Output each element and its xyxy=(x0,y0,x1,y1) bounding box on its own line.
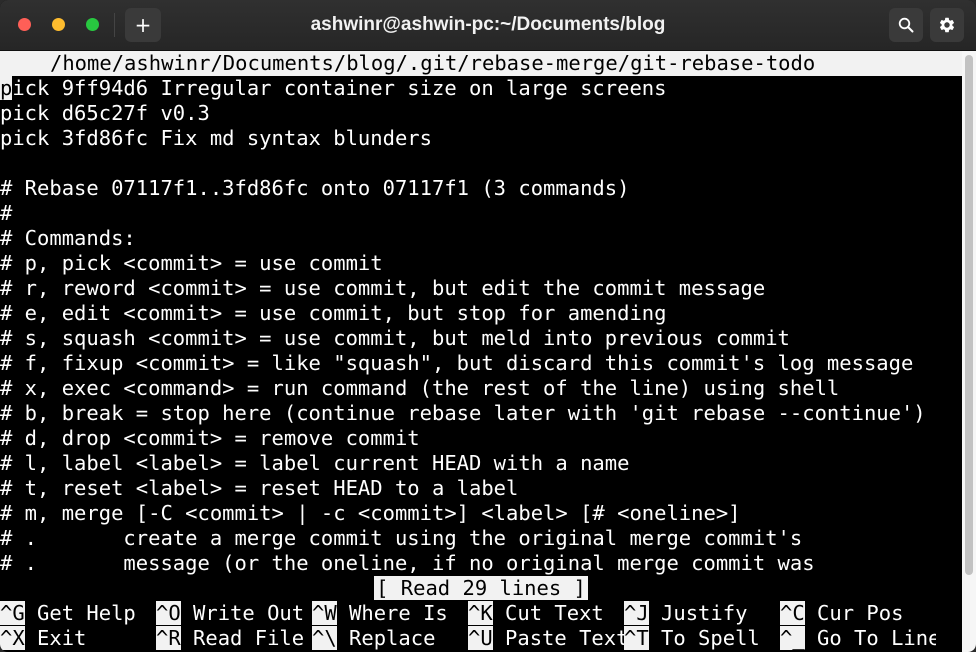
scrollbar[interactable] xyxy=(962,51,976,652)
editor-line[interactable]: # r, reword <commit> = use commit, but e… xyxy=(0,276,962,301)
editor-line[interactable]: # d, drop <commit> = remove commit xyxy=(0,426,962,451)
editor-line[interactable]: pick 3fd86fc Fix md syntax blunders xyxy=(0,126,962,151)
shortcut-replace[interactable]: ^\ Replace xyxy=(312,626,468,651)
shortcut-cut-text[interactable]: ^K Cut Text xyxy=(468,601,624,626)
shortcut-key: ^K xyxy=(468,601,493,625)
search-icon xyxy=(898,17,914,33)
shortcut-label: Justify xyxy=(648,601,748,625)
editor-line[interactable]: # . message (or the oneline, if no origi… xyxy=(0,551,962,576)
editor-line[interactable]: # f, fixup <commit> = like "squash", but… xyxy=(0,351,962,376)
terminal-window: + ashwinr@ashwin-pc:~/Documents/blog /ho… xyxy=(0,0,976,652)
shortcut-key: ^T xyxy=(624,626,649,650)
shortcut-key: ^W xyxy=(312,601,337,625)
shortcut-justify[interactable]: ^J Justify xyxy=(624,601,780,626)
terminal-content[interactable]: /home/ashwinr/Documents/blog/.git/rebase… xyxy=(0,51,962,652)
shortcut-label: Read File xyxy=(180,626,305,650)
shortcut-bar: ^G Get Help ^O Write Out ^W Where Is ^K … xyxy=(0,601,962,651)
scrollbar-thumb[interactable] xyxy=(965,55,973,575)
search-button[interactable] xyxy=(889,8,923,42)
editor-line[interactable]: # b, break = stop here (continue rebase … xyxy=(0,401,962,426)
editor-line[interactable]: # m, merge [-C <commit> | -c <commit>] <… xyxy=(0,501,962,526)
shortcut-label: To Spell xyxy=(648,626,760,650)
editor-line[interactable]: pick 9ff94d6 Irregular container size on… xyxy=(0,76,962,101)
text-cursor: p xyxy=(0,76,13,100)
settings-button[interactable] xyxy=(930,8,964,42)
shortcut-label: Paste Text xyxy=(492,626,624,650)
shortcut-get-help[interactable]: ^G Get Help xyxy=(0,601,156,626)
editor-line[interactable]: # Commands: xyxy=(0,226,962,251)
editor-line[interactable]: # Rebase 07117f1..3fd86fc onto 07117f1 (… xyxy=(0,176,962,201)
shortcut-paste-text[interactable]: ^U Paste Text xyxy=(468,626,624,651)
editor-line[interactable]: pick d65c27f v0.3 xyxy=(0,101,962,126)
editor-line[interactable] xyxy=(0,151,962,176)
editor-line[interactable]: # s, squash <commit> = use commit, but m… xyxy=(0,326,962,351)
shortcut-key: ^C xyxy=(780,601,805,625)
editor-line[interactable]: # e, edit <commit> = use commit, but sto… xyxy=(0,301,962,326)
editor-line[interactable]: # xyxy=(0,201,962,226)
shortcut-label: Cur Pos xyxy=(804,601,904,625)
editor-line[interactable]: # p, pick <commit> = use commit xyxy=(0,251,962,276)
shortcut-key: ^J xyxy=(624,601,649,625)
editor-line[interactable]: # l, label <label> = label current HEAD … xyxy=(0,451,962,476)
shortcut-key: ^X xyxy=(0,626,25,650)
shortcut-label: Get Help xyxy=(24,601,136,625)
editor-line[interactable]: # . create a merge commit using the orig… xyxy=(0,526,962,551)
gear-icon xyxy=(939,17,955,33)
editor-file-path: /home/ashwinr/Documents/blog/.git/rebase… xyxy=(0,51,962,76)
shortcut-label: Replace xyxy=(336,626,436,650)
shortcut-read-file[interactable]: ^R Read File xyxy=(156,626,312,651)
title-bar: + ashwinr@ashwin-pc:~/Documents/blog xyxy=(0,0,976,51)
shortcut-key: ^R xyxy=(156,626,181,650)
shortcut-label: Cut Text xyxy=(492,601,604,625)
shortcut-key: ^\ xyxy=(312,626,337,650)
shortcut-to-spell[interactable]: ^T To Spell xyxy=(624,626,780,651)
editor-line[interactable]: # x, exec <command> = run command (the r… xyxy=(0,376,962,401)
shortcut-write-out[interactable]: ^O Write Out xyxy=(156,601,312,626)
shortcut-key: ^_ xyxy=(780,626,805,650)
window-title: ashwinr@ashwin-pc:~/Documents/blog xyxy=(310,14,666,35)
shortcut-label: Where Is xyxy=(336,601,448,625)
shortcut-exit[interactable]: ^X Exit xyxy=(0,626,156,651)
shortcut-go-to-line[interactable]: ^_ Go To Line xyxy=(780,626,936,651)
shortcut-key: ^U xyxy=(468,626,493,650)
shortcut-cur-pos[interactable]: ^C Cur Pos xyxy=(780,601,936,626)
shortcut-key: ^O xyxy=(156,601,181,625)
shortcut-label: Go To Line xyxy=(804,626,936,650)
editor-line-text: ick 9ff94d6 Irregular container size on … xyxy=(12,76,667,100)
shortcut-label: Exit xyxy=(24,626,87,650)
editor-line[interactable]: # t, reset <label> = reset HEAD to a lab… xyxy=(0,476,962,501)
status-bar: [ Read 29 lines ] xyxy=(0,576,962,601)
shortcut-key: ^G xyxy=(0,601,25,625)
shortcut-where-is[interactable]: ^W Where Is xyxy=(312,601,468,626)
shortcut-label: Write Out xyxy=(180,601,305,625)
status-message: [ Read 29 lines ] xyxy=(374,576,588,600)
